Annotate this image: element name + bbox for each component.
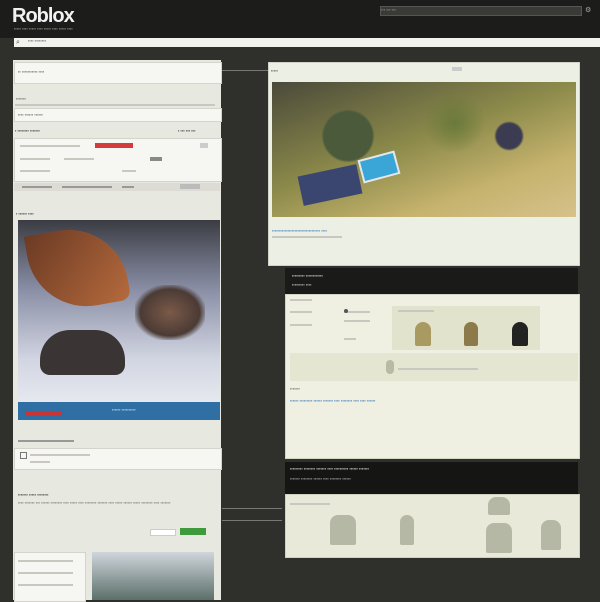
top-menu[interactable]: ▪▪▪ ▪▪▪ ▪▪▪ — [380, 6, 582, 16]
ghost-avatar[interactable] — [330, 515, 356, 545]
avatar-option[interactable] — [344, 338, 356, 340]
map-option[interactable] — [452, 67, 462, 71]
bottom-label — [290, 503, 330, 505]
ghost-avatar[interactable] — [400, 515, 414, 545]
mini-line — [18, 572, 73, 574]
section-line: ▪▪▪▪▪▪▪ — [16, 96, 26, 101]
avatar-preview-figure — [386, 360, 394, 374]
mini-line — [18, 584, 73, 586]
form-toggle[interactable] — [200, 143, 208, 148]
select-label: ▪▪▪▪ ▪▪▪▪▪▪ ▪▪▪▪▪▪ — [18, 112, 43, 117]
preview-caption — [398, 368, 478, 370]
avatar-label — [290, 299, 312, 301]
form-field-3[interactable] — [64, 158, 94, 160]
avatar-option[interactable] — [344, 320, 370, 322]
hero-title: ▪ ▪▪▪▪▪▪ ▪▪▪▪ — [16, 211, 34, 216]
search-icon: ⌕ — [16, 39, 20, 46]
settings-icon[interactable]: ⚙ — [585, 6, 593, 14]
filter-chip[interactable] — [22, 186, 52, 188]
avatar-thumbnail[interactable] — [415, 322, 431, 346]
avatar-label — [290, 311, 312, 313]
character-image — [135, 285, 205, 340]
input-field[interactable] — [150, 529, 176, 536]
avatar-panel-header — [285, 268, 578, 294]
form-field[interactable] — [20, 145, 80, 147]
connector-line — [222, 520, 282, 521]
avatar-section-label: ▪▪▪▪▪▪▪ — [290, 386, 300, 391]
radio-button[interactable] — [344, 309, 348, 313]
section-right-label[interactable]: ▪ ▪▪▪ ▪▪▪ ▪▪▪ — [178, 128, 218, 133]
filter-button[interactable] — [180, 184, 200, 189]
bottom-panel-title: ▪▪▪▪▪▪▪▪▪ ▪▪▪▪▪▪▪▪ ▪▪▪▪▪▪▪ ▪▪▪▪ ▪▪▪▪▪▪▪▪… — [290, 466, 369, 471]
form-field-5[interactable] — [122, 170, 136, 172]
filter-chip[interactable] — [62, 186, 112, 188]
gallery-label — [398, 310, 434, 312]
nav-strip[interactable]: ▪▪▪▪▪ ▪▪▪▪ ▪▪▪▪▪ ▪▪▪▪ ▪▪▪▪▪ ▪▪▪▪ ▪▪▪▪▪ ▪… — [14, 26, 586, 34]
tag — [18, 440, 74, 442]
options-box — [14, 448, 222, 470]
filter-chip[interactable] — [122, 186, 134, 188]
map-caption-link[interactable]: ▪▪▪▪▪▪▪▪▪▪▪▪▪▪▪▪▪▪▪▪▪▪▪▪▪▪▪▪▪▪▪▪▪▪ ▪▪▪▪ — [272, 228, 422, 233]
ghost-avatar[interactable] — [541, 520, 561, 550]
creature-image — [40, 330, 125, 375]
connector-line — [222, 508, 282, 509]
bottom-panel-subtitle: ▪▪▪▪▪▪▪ ▪▪▪▪▪▪▪▪ ▪▪▪▪▪▪ ▪▪▪▪ ▪▪▪▪▪▪▪▪ ▪▪… — [290, 476, 351, 481]
option-label — [30, 461, 50, 463]
form-red-button[interactable] — [95, 143, 133, 148]
map-caption-line — [272, 236, 342, 238]
avatar-preview-area — [290, 353, 578, 381]
thumbnail-caption: ▪▪▪▪▪▪ ▪▪▪▪▪▪▪▪▪▪ — [112, 407, 136, 412]
section-title: ▪▪ ▪▪▪▪▪▪▪▪▪▪▪ ▪▪▪▪ — [18, 69, 45, 74]
avatar-thumbnail[interactable] — [464, 322, 478, 346]
ghost-avatar[interactable] — [488, 497, 510, 515]
form-field-2[interactable] — [20, 158, 50, 160]
avatar-panel-title: ▪▪▪▪▪▪▪▪▪ ▪▪▪▪▪▪▪▪▪▪▪▪ — [292, 273, 323, 278]
divider — [15, 104, 215, 106]
option-label — [30, 454, 90, 456]
section-heading: ▪ ▪▪▪▪▪▪▪▪ ▪▪▪▪▪▪▪ — [15, 128, 40, 133]
map-title: ▪▪▪▪▪ — [271, 68, 279, 73]
form-mini-button[interactable] — [150, 157, 162, 161]
avatar-thumbnail[interactable] — [512, 322, 528, 346]
mini-line — [18, 560, 73, 562]
search-bar[interactable]: ▪▪▪▪ ▪▪▪▪▪▪▪▪ — [14, 38, 600, 47]
connector-line — [222, 70, 268, 71]
form-field-4[interactable] — [20, 170, 50, 172]
thumbnail-badge — [26, 411, 62, 415]
roblox-logo[interactable]: Roblox — [12, 5, 75, 28]
avatar-panel-subtitle: ▪▪▪▪▪▪▪▪▪ ▪▪▪▪ — [292, 282, 312, 287]
avatar-label — [290, 324, 312, 326]
avatar-description: ▪▪▪▪▪▪ ▪▪▪▪▪▪▪▪▪ ▪▪▪▪▪▪ ▪▪▪▪▪▪▪ ▪▪▪▪ ▪▪▪… — [290, 398, 376, 403]
checkbox[interactable] — [20, 452, 27, 459]
preview-image[interactable] — [92, 552, 214, 600]
description-text: ▪▪▪▪ ▪▪▪▪▪▪▪ ▪▪▪ ▪▪▪▪▪▪ ▪▪▪▪▪▪▪▪ ▪▪▪▪ ▪▪… — [18, 500, 171, 505]
ghost-avatar[interactable] — [486, 523, 512, 553]
description-title: ▪▪▪▪▪▪▪ ▪▪▪▪▪ ▪▪▪▪▪▪▪▪ — [18, 492, 49, 497]
play-button[interactable] — [180, 528, 206, 535]
